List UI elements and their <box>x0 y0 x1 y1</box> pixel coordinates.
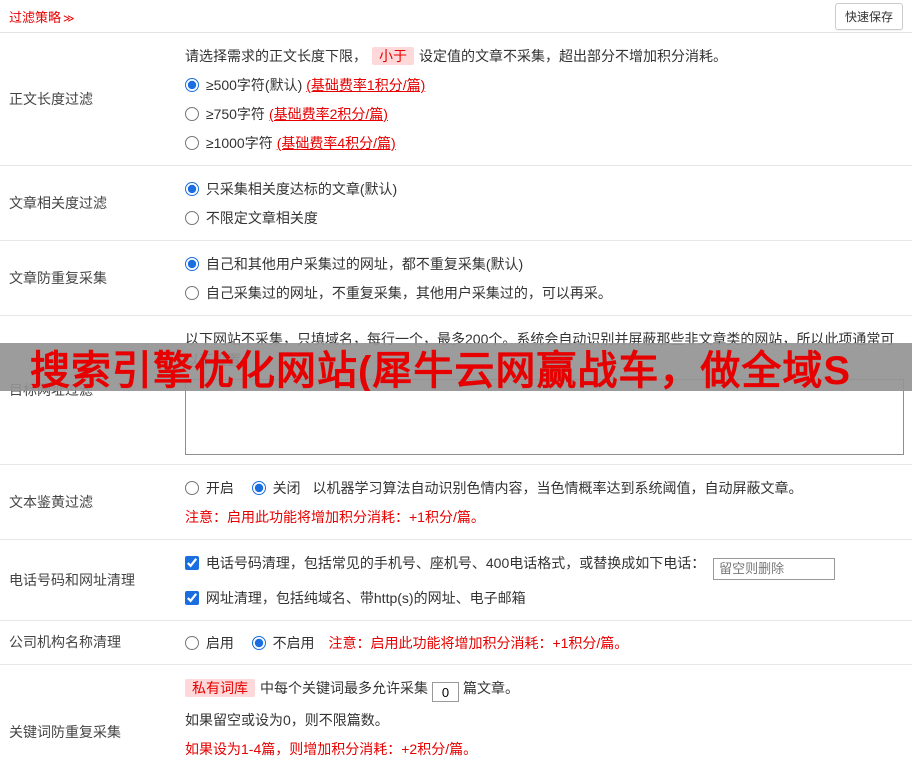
fee-note: (基础费率2积分/篇) <box>268 106 388 122</box>
option-label: 开启 <box>205 480 234 496</box>
url-cleanup-checkbox[interactable] <box>185 590 199 605</box>
phone-cleanup-option[interactable]: 电话号码清理，包括常见的手机号、座机号、400电话格式，或替换成如下电话： <box>185 555 709 571</box>
company-cost-note: 注意：启用此功能将增加积分消耗：+1积分/篇。 <box>328 634 629 651</box>
section-label: 文本鉴黄过滤 <box>9 494 93 510</box>
length-option-500[interactable]: ≥500字符(默认) (基础费率1积分/篇) <box>185 75 904 96</box>
porn-off-option[interactable]: 关闭 <box>251 480 305 496</box>
section-dedup-collection: 文章防重复采集 自己和其他用户采集过的网址，都不重复采集(默认) 自己采集过的网… <box>0 241 912 316</box>
section-label: 电话号码和网址清理 <box>9 571 135 588</box>
section-target-url-filter: 目标网址过滤 以下网站不采集，只填域名，每行一个，最多200个。系统会自动识别并… <box>0 316 912 465</box>
length-750-radio[interactable] <box>185 107 199 121</box>
section-label: 文章防重复采集 <box>9 270 107 286</box>
url-cleanup-line: 网址清理，包括纯域名、带http(s)的网址、电子邮箱 <box>185 588 904 609</box>
topbar: 过滤策略 ≫ 快速保存 <box>0 0 912 33</box>
page-title: 过滤策略 <box>9 9 62 25</box>
length-option-750[interactable]: ≥750字符 (基础费率2积分/篇) <box>185 104 904 125</box>
phone-cleanup-checkbox[interactable] <box>185 556 199 570</box>
url-cleanup-option[interactable]: 网址清理，包括纯域名、带http(s)的网址、电子邮箱 <box>185 590 526 606</box>
section-porn-filter: 文本鉴黄过滤 开启 关闭 以机器学习算法自动识别色情内容，当色情概率达到系统阈值… <box>0 465 912 540</box>
porn-on-option[interactable]: 开启 <box>185 480 238 496</box>
option-label: ≥750字符 <box>205 106 265 122</box>
section-relevance-filter: 文章相关度过滤 只采集相关度达标的文章(默认) 不限定文章相关度 <box>0 166 912 241</box>
company-enable-option[interactable]: 启用 <box>185 635 238 651</box>
option-label: 只采集相关度达标的文章(默认) <box>205 181 398 197</box>
porn-on-radio[interactable] <box>185 481 199 495</box>
keyword-note-cost: 如果设为1-4篇，则增加积分消耗：+2积分/篇。 <box>185 741 478 757</box>
option-label: 不启用 <box>272 634 315 651</box>
length-500-radio[interactable] <box>185 78 199 92</box>
company-enable-radio[interactable] <box>185 635 199 650</box>
length-intro-text: 请选择需求的正文长度下限， 小于 设定值的文章不采集，超出部分不增加积分消耗。 <box>185 46 904 67</box>
limit-text-mid: 中每个关键词最多允许采集 <box>260 679 428 696</box>
section-content: 启用 不启用 注意：启用此功能将增加积分消耗：+1积分/篇。 <box>177 621 912 664</box>
section-content: 开启 关闭 以机器学习算法自动识别色情内容，当色情概率达到系统阈值，自动屏蔽文章… <box>177 465 912 539</box>
replacement-phone-input[interactable] <box>713 557 836 580</box>
less-than-highlight: 小于 <box>372 47 414 65</box>
watermark-overlay: 搜索引擎优化网站(犀牛云网赢战车，做全域S <box>0 343 912 391</box>
company-disable-radio[interactable] <box>251 635 266 650</box>
relevance-strict-radio[interactable] <box>185 182 199 196</box>
section-company-name-cleanup: 公司机构名称清理 启用 不启用 注意：启用此功能将增加积分消耗：+1积分/篇。 <box>0 621 912 665</box>
company-disable-option[interactable]: 不启用 <box>251 634 319 651</box>
dedup-global-radio[interactable] <box>185 257 199 271</box>
section-content: 私有词库中每个关键词最多允许采集 篇文章。 如果留空或设为0，则不限篇数。 如果设… <box>177 665 912 768</box>
section-content: 自己和其他用户采集过的网址，都不重复采集(默认) 自己采集过的网址，不重复采集，… <box>177 241 912 315</box>
intro-pre-text: 请选择需求的正文长度下限， <box>185 48 367 64</box>
section-label: 关键词防重复采集 <box>9 724 121 741</box>
length-option-1000[interactable]: ≥1000字符 (基础费率4积分/篇) <box>185 133 904 154</box>
keyword-limit-input[interactable] <box>432 682 459 702</box>
option-label: 网址清理，包括纯域名、带http(s)的网址、电子邮箱 <box>205 589 526 606</box>
option-label: 不限定文章相关度 <box>205 210 318 226</box>
chevron-double-icon: ≫ <box>63 12 75 25</box>
relevance-option-any[interactable]: 不限定文章相关度 <box>185 208 904 229</box>
length-1000-radio[interactable] <box>185 136 199 150</box>
fee-note: (基础费率4积分/篇) <box>276 135 396 151</box>
option-label: 关闭 <box>272 480 301 496</box>
relevance-option-strict[interactable]: 只采集相关度达标的文章(默认) <box>185 179 904 200</box>
keyword-limit-line: 私有词库中每个关键词最多允许采集 篇文章。 <box>185 678 904 702</box>
porn-cost-note: 注意：启用此功能将增加积分消耗：+1积分/篇。 <box>185 509 485 525</box>
filter-strategy-title[interactable]: 过滤策略 ≫ <box>9 7 75 26</box>
keyword-note-zero: 如果留空或设为0，则不限篇数。 <box>185 712 389 728</box>
intro-post-text: 设定值的文章不采集，超出部分不增加积分消耗。 <box>419 48 727 64</box>
option-label: ≥1000字符 <box>205 135 273 151</box>
relevance-any-radio[interactable] <box>185 211 199 225</box>
section-content: 请选择需求的正文长度下限， 小于 设定值的文章不采集，超出部分不增加积分消耗。 ≥5… <box>177 33 912 165</box>
section-label: 正文长度过滤 <box>9 91 93 107</box>
dedup-option-global[interactable]: 自己和其他用户采集过的网址，都不重复采集(默认) <box>185 254 904 275</box>
section-phone-url-cleanup: 电话号码和网址清理 电话号码清理，包括常见的手机号、座机号、400电话格式，或替… <box>0 540 912 621</box>
dedup-self-radio[interactable] <box>185 286 199 300</box>
watermark-text: 搜索引擎优化网站(犀牛云网赢战车，做全域S <box>30 349 851 391</box>
option-label: 启用 <box>205 634 234 651</box>
section-label: 文章相关度过滤 <box>9 195 107 211</box>
option-label: ≥500字符(默认) <box>205 77 303 93</box>
porn-filter-description: 以机器学习算法自动识别色情内容，当色情概率达到系统阈值，自动屏蔽文章。 <box>312 480 803 496</box>
phone-cleanup-line: 电话号码清理，包括常见的手机号、座机号、400电话格式，或替换成如下电话： <box>185 553 904 580</box>
private-lexicon-highlight[interactable]: 私有词库 <box>185 678 255 697</box>
limit-text-end: 篇文章。 <box>463 679 519 696</box>
porn-off-radio[interactable] <box>251 481 266 495</box>
section-body-length-filter: 正文长度过滤 请选择需求的正文长度下限， 小于 设定值的文章不采集，超出部分不增加积… <box>0 33 912 166</box>
section-content: 只采集相关度达标的文章(默认) 不限定文章相关度 <box>177 166 912 240</box>
fee-note: (基础费率1积分/篇) <box>306 77 426 93</box>
section-label: 公司机构名称清理 <box>9 634 121 650</box>
section-keyword-dedup: 关键词防重复采集 私有词库中每个关键词最多允许采集 篇文章。 如果留空或设为0，则… <box>0 665 912 768</box>
dedup-option-self[interactable]: 自己采集过的网址，不重复采集，其他用户采集过的，可以再采。 <box>185 283 904 304</box>
option-label: 自己和其他用户采集过的网址，都不重复采集(默认) <box>205 256 524 272</box>
section-content: 电话号码清理，包括常见的手机号、座机号、400电话格式，或替换成如下电话： 网址… <box>177 540 912 620</box>
company-cleanup-controls: 启用 不启用 注意：启用此功能将增加积分消耗：+1积分/篇。 <box>185 633 904 654</box>
option-label: 自己采集过的网址，不重复采集，其他用户采集过的，可以再采。 <box>205 285 612 301</box>
porn-filter-controls: 开启 关闭 以机器学习算法自动识别色情内容，当色情概率达到系统阈值，自动屏蔽文章… <box>185 478 904 499</box>
quick-save-button[interactable]: 快速保存 <box>834 2 903 30</box>
option-label: 电话号码清理，包括常见的手机号、座机号、400电话格式，或替换成如下电话： <box>205 555 706 571</box>
